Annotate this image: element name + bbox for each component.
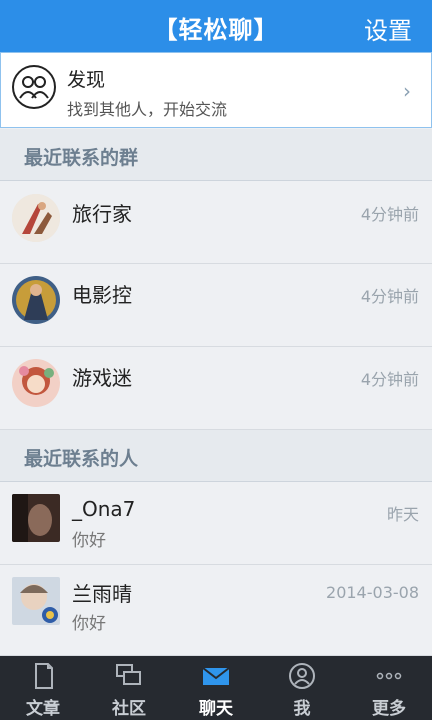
group-time: 4分钟前 — [360, 287, 419, 306]
contact-name: _Ona7 — [72, 497, 136, 521]
header-bar: 【轻松聊】 设置 — [0, 0, 432, 52]
more-dots-icon — [374, 662, 404, 690]
people-circle-icon — [12, 65, 56, 109]
discover-entry[interactable]: 发现 找到其他人，开始交流 › — [0, 52, 432, 128]
document-icon — [28, 662, 58, 690]
bottom-tab-bar: 文章 社区 聊天 我 更多 — [0, 656, 432, 720]
contact-time: 昨天 — [386, 505, 419, 524]
tab-community[interactable]: 社区 — [86, 656, 172, 720]
group-row[interactable]: 游戏迷 4分钟前 — [0, 348, 432, 430]
contact-last-message: 你好 — [72, 531, 106, 551]
tab-label: 更多 — [372, 699, 406, 719]
group-avatar — [12, 276, 60, 324]
groups-section-header: 最近联系的群 — [0, 129, 432, 181]
contact-avatar — [12, 494, 60, 542]
group-time: 4分钟前 — [360, 205, 419, 224]
group-name: 游戏迷 — [72, 366, 132, 390]
chat-bubbles-icon — [114, 662, 144, 690]
group-name: 电影控 — [72, 283, 132, 307]
settings-button[interactable]: 设置 — [364, 11, 412, 46]
people-section-title: 最近联系的人 — [24, 448, 139, 470]
contact-name: 兰雨晴 — [72, 582, 132, 606]
group-avatar — [12, 194, 60, 242]
tab-label: 文章 — [26, 699, 60, 719]
tab-label: 聊天 — [199, 699, 233, 719]
tab-chat[interactable]: 聊天 — [173, 656, 259, 720]
people-section-header: 最近联系的人 — [0, 430, 432, 482]
group-row[interactable]: 电影控 4分钟前 — [0, 265, 432, 347]
group-row[interactable]: 旅行家 4分钟前 — [0, 182, 432, 264]
chevron-right-icon: › — [403, 79, 411, 103]
envelope-icon — [201, 662, 231, 690]
groups-section-title: 最近联系的群 — [24, 147, 139, 169]
user-icon — [287, 662, 317, 690]
tab-me[interactable]: 我 — [259, 656, 345, 720]
tab-label: 我 — [293, 699, 311, 719]
group-name: 旅行家 — [72, 202, 132, 226]
tab-articles[interactable]: 文章 — [0, 656, 86, 720]
discover-title: 发现 — [67, 69, 106, 91]
group-time: 4分钟前 — [360, 370, 419, 389]
discover-subtitle: 找到其他人，开始交流 — [67, 100, 228, 119]
contact-row[interactable]: 兰雨晴 你好 2014-03-08 — [0, 566, 432, 656]
group-avatar — [12, 359, 60, 407]
tab-more[interactable]: 更多 — [346, 656, 432, 720]
contact-last-message: 你好 — [72, 614, 106, 634]
contact-time: 2014-03-08 — [326, 583, 419, 602]
tab-label: 社区 — [112, 699, 146, 719]
contact-row[interactable]: _Ona7 你好 昨天 — [0, 483, 432, 565]
contact-avatar — [12, 577, 60, 625]
